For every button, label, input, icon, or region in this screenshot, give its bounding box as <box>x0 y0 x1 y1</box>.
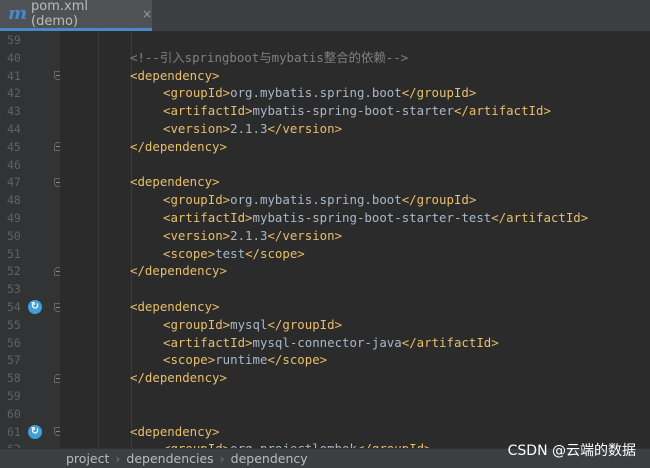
xml-open-tag: <dependency> <box>130 174 220 190</box>
code-line: <version>2.1.3</version> <box>163 120 342 138</box>
xml-close-tag: </groupId> <box>357 441 432 448</box>
xml-open-tag: <scope> <box>163 352 216 368</box>
tab-title: pom.xml (demo) <box>31 0 89 29</box>
code-line: </dependency> <box>130 369 227 387</box>
line-number: 55 <box>7 317 21 332</box>
xml-close-tag: </artifactId> <box>491 210 589 225</box>
xml-value: org.mybatis.spring.boot <box>230 192 402 208</box>
line-number: 58 <box>7 371 21 386</box>
xml-close-tag: </version> <box>267 121 343 136</box>
xml-value: runtime <box>215 352 268 368</box>
xml-open-tag: <version> <box>163 227 231 243</box>
code-line: <dependency> <box>130 298 220 316</box>
xml-value: mybatis-spring-boot-starter <box>252 103 454 119</box>
xml-value: test <box>215 245 246 261</box>
line-number: 51 <box>7 246 21 261</box>
line-number: 52 <box>7 264 21 279</box>
maven-dependency-icon[interactable]: ↻ <box>28 300 42 314</box>
line-number-gutter: 59 40 41 42 43 44 45 46 47 48 49 50 51 52 53 54 ↻ 55 56 57 5… <box>0 31 63 456</box>
xml-comment: <!--引入springboot与mybatis整合的依赖--> <box>130 49 409 65</box>
xml-close-tag: </artifactId> <box>453 103 551 119</box>
line-number: 45 <box>7 139 21 154</box>
code-line: <groupId>org.projectlombok</groupId> <box>163 440 432 448</box>
tab-pom-xml[interactable]: m pom.xml (demo) × <box>0 0 152 31</box>
breadcrumb-separator-icon: › <box>115 451 121 466</box>
code-line: <groupId>org.mybatis.spring.boot</groupI… <box>163 191 476 209</box>
xml-open-tag: <groupId> <box>163 441 230 448</box>
line-number: 44 <box>7 122 21 136</box>
line-number: 60 <box>7 406 21 421</box>
xml-open-tag: <version> <box>163 121 231 136</box>
xml-open-tag: <groupId> <box>163 316 231 332</box>
code-line: <dependency> <box>130 67 220 85</box>
xml-close-tag: </dependency> <box>130 370 227 386</box>
code-line: <!--引入springboot与mybatis整合的依赖--> <box>130 49 408 67</box>
line-number: 59 <box>7 389 21 403</box>
xml-close-tag: </version> <box>267 227 343 243</box>
xml-open-tag: <dependency> <box>130 67 220 83</box>
xml-open-tag: <artifactId> <box>163 103 253 119</box>
line-number: 53 <box>7 282 21 297</box>
code-line: <artifactId>mysql-connector-java</artifa… <box>163 334 499 352</box>
breadcrumb-item-dependency[interactable]: dependency <box>231 451 308 466</box>
xml-close-tag: </dependency> <box>130 138 227 154</box>
xml-close-tag: </groupId> <box>267 316 343 332</box>
xml-value: org.projectlombok <box>230 441 357 448</box>
line-number: 50 <box>7 228 21 243</box>
breadcrumb: project › dependencies › dependency <box>66 451 308 466</box>
line-number: 49 <box>7 211 21 225</box>
maven-m-icon: m <box>8 3 28 24</box>
code-line: <groupId>mysql</groupId> <box>163 316 342 334</box>
editor-tab-bar: m pom.xml (demo) × <box>0 0 650 32</box>
breadcrumb-item-dependencies[interactable]: dependencies <box>126 451 213 466</box>
code-line: <dependency> <box>130 173 220 191</box>
xml-open-tag: <scope> <box>163 245 216 261</box>
xml-open-tag: <artifactId> <box>163 334 253 350</box>
code-line: <scope>test</scope> <box>163 245 305 263</box>
xml-close-tag: </dependency> <box>130 263 227 279</box>
xml-close-tag: </scope> <box>245 245 305 261</box>
code-line: <artifactId>mybatis-spring-boot-starter<… <box>163 102 551 120</box>
xml-open-tag: <artifactId> <box>163 210 253 225</box>
xml-open-tag: <dependency> <box>130 423 220 439</box>
line-number: 48 <box>7 193 21 208</box>
xml-value: mysql <box>230 316 268 332</box>
xml-close-tag: </artifactId> <box>401 334 499 350</box>
watermark: CSDN @云端的数据 <box>507 443 636 459</box>
xml-value: 2.1.3 <box>230 121 268 136</box>
line-number: 42 <box>7 86 21 101</box>
line-number: 43 <box>7 104 21 119</box>
xml-value: mysql-connector-java <box>252 334 402 350</box>
xml-value: org.mybatis.spring.boot <box>230 85 402 101</box>
xml-open-tag: <groupId> <box>163 192 231 208</box>
line-number: 57 <box>7 353 21 368</box>
code-editor[interactable]: <!--引入springboot与mybatis整合的依赖--> <depende… <box>60 31 650 448</box>
code-line: </dependency> <box>130 138 227 156</box>
xml-open-tag: <groupId> <box>163 85 231 101</box>
xml-open-tag: <dependency> <box>130 299 220 314</box>
breadcrumb-separator-icon: › <box>219 451 225 466</box>
code-line: </dependency> <box>130 262 227 280</box>
breadcrumb-item-project[interactable]: project <box>66 451 109 466</box>
line-number: 59 <box>7 33 21 47</box>
xml-close-tag: </scope> <box>267 352 328 368</box>
code-line: <groupId>org.mybatis.spring.boot</groupI… <box>163 84 476 102</box>
maven-dependency-icon[interactable]: ↻ <box>28 424 42 439</box>
close-icon[interactable]: × <box>142 7 152 21</box>
code-line: <scope>runtime</scope> <box>163 351 327 369</box>
line-number: 47 <box>7 175 21 190</box>
code-line: <dependency> <box>130 423 220 441</box>
line-number: 40 <box>7 50 21 65</box>
line-number: 56 <box>7 335 21 350</box>
code-line: <version>2.1.3</version> <box>163 227 342 245</box>
line-number: 46 <box>7 157 21 172</box>
indent-guide <box>98 31 99 448</box>
xml-value: mybatis-spring-boot-starter-test <box>252 210 492 225</box>
xml-close-tag: </groupId> <box>401 85 477 101</box>
xml-close-tag: </groupId> <box>401 192 477 208</box>
line-number: 41 <box>7 68 21 83</box>
xml-value: 2.1.3 <box>230 227 268 243</box>
code-line: <artifactId>mybatis-spring-boot-starter-… <box>163 209 588 227</box>
